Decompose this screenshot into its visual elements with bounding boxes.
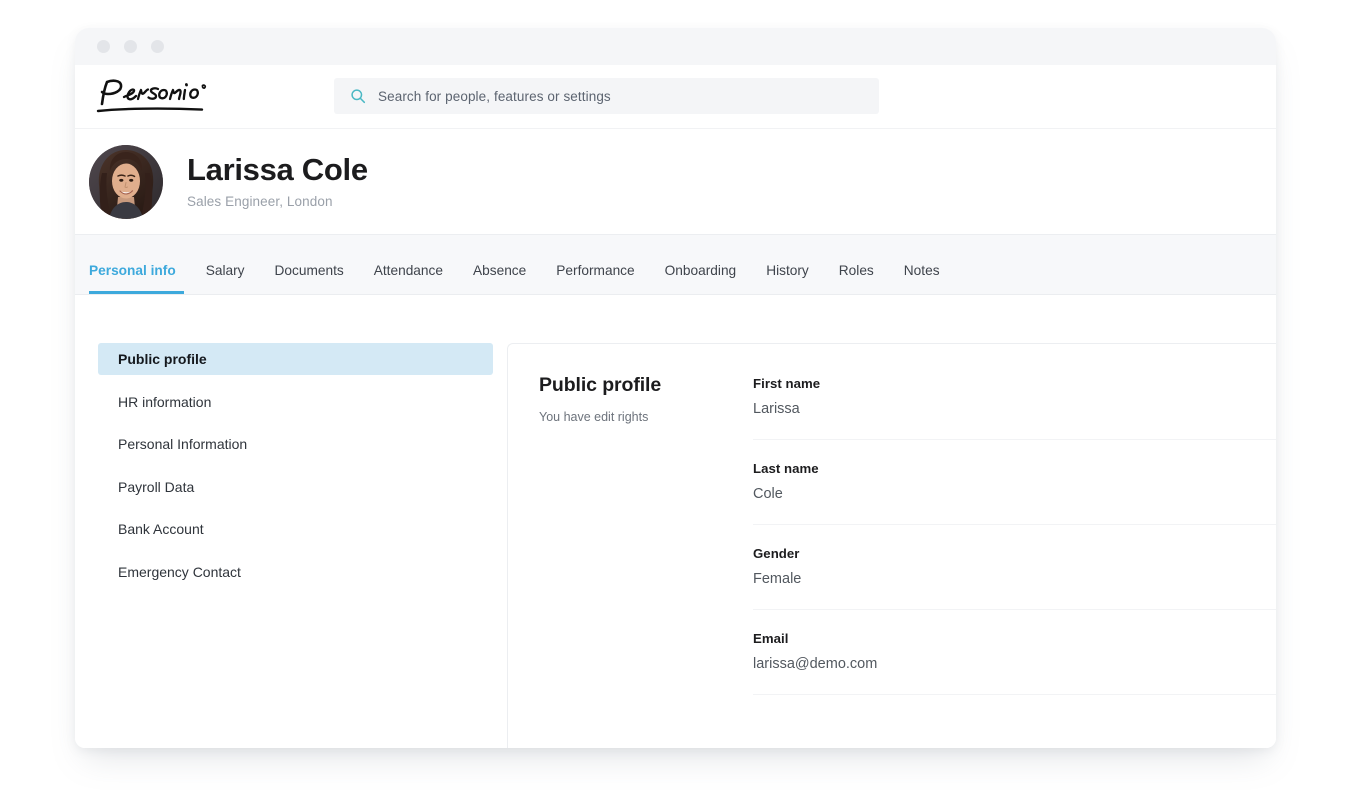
sidebar-item-hr-information[interactable]: HR information	[98, 386, 493, 418]
field-label: Gender	[753, 546, 1276, 561]
tab-personal-info[interactable]: Personal info	[89, 263, 191, 294]
sidebar-item-public-profile[interactable]: Public profile	[98, 343, 493, 375]
app-topbar: Search for people, features or settings	[75, 65, 1276, 129]
close-window-button[interactable]	[97, 40, 110, 53]
field-value: Female	[753, 571, 1276, 587]
field-value: Larissa	[753, 401, 1276, 417]
profile-subtitle: Sales Engineer, London	[187, 194, 368, 209]
sidebar-item-bank-account[interactable]: Bank Account	[98, 513, 493, 545]
field-value: Cole	[753, 486, 1276, 502]
tab-salary[interactable]: Salary	[191, 263, 260, 294]
app-window: Search for people, features or settings	[75, 28, 1276, 748]
tab-onboarding[interactable]: Onboarding	[650, 263, 752, 294]
field-gender[interactable]: Gender Female	[753, 546, 1276, 610]
tab-notes[interactable]: Notes	[889, 263, 955, 294]
card-heading-block: Public profile You have edit rights	[508, 374, 753, 748]
profile-body: Public profile HR information Personal I…	[75, 295, 1276, 748]
tab-roles[interactable]: Roles	[824, 263, 889, 294]
global-search-field[interactable]: Search for people, features or settings	[334, 78, 879, 114]
public-profile-card: Public profile You have edit rights Firs…	[507, 343, 1276, 748]
search-placeholder-text: Search for people, features or settings	[378, 89, 611, 104]
window-titlebar	[75, 28, 1276, 65]
profile-fields-list: First name Larissa Last name Cole Gender…	[753, 374, 1276, 748]
maximize-window-button[interactable]	[151, 40, 164, 53]
page-title: Larissa Cole	[187, 154, 368, 187]
personio-logo[interactable]	[90, 74, 240, 118]
section-sidebar: Public profile HR information Personal I…	[75, 343, 493, 748]
sidebar-item-personal-information[interactable]: Personal Information	[98, 428, 493, 460]
tab-absence[interactable]: Absence	[458, 263, 541, 294]
tab-attendance[interactable]: Attendance	[359, 263, 458, 294]
card-subtitle: You have edit rights	[539, 410, 753, 424]
card-title: Public profile	[539, 374, 753, 397]
tab-documents[interactable]: Documents	[260, 263, 359, 294]
tab-history[interactable]: History	[751, 263, 824, 294]
field-label: Email	[753, 631, 1276, 646]
field-label: Last name	[753, 461, 1276, 476]
profile-identity: Larissa Cole Sales Engineer, London	[187, 154, 368, 210]
field-label: First name	[753, 376, 1276, 391]
tab-performance[interactable]: Performance	[541, 263, 649, 294]
sidebar-item-emergency-contact[interactable]: Emergency Contact	[98, 556, 493, 588]
search-icon	[350, 88, 366, 104]
field-first-name[interactable]: First name Larissa	[753, 376, 1276, 440]
minimize-window-button[interactable]	[124, 40, 137, 53]
profile-tabbar: Personal info Salary Documents Attendanc…	[75, 235, 1276, 295]
field-value: larissa@demo.com	[753, 656, 1276, 672]
sidebar-item-payroll-data[interactable]: Payroll Data	[98, 471, 493, 503]
field-email[interactable]: Email larissa@demo.com	[753, 631, 1276, 695]
field-last-name[interactable]: Last name Cole	[753, 461, 1276, 525]
avatar[interactable]	[89, 145, 163, 219]
profile-header: Larissa Cole Sales Engineer, London	[75, 129, 1276, 235]
